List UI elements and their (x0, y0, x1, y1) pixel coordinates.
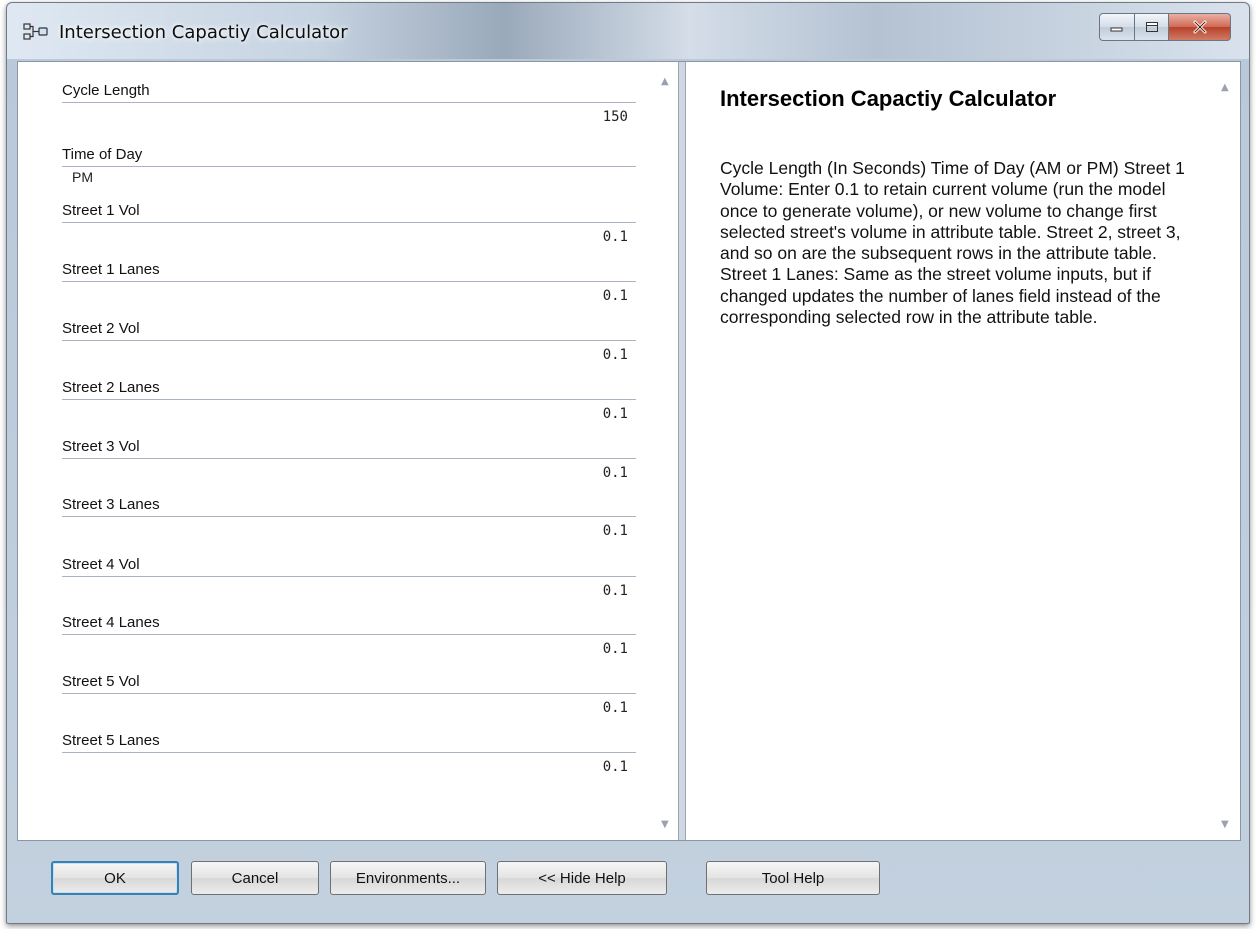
dialog-client-area: Cycle Length 150 Time of Day PM Street 1 Vol… (17, 61, 1241, 841)
minimize-icon (1110, 27, 1123, 32)
parameter-field: Street 3 Vol 0.1 (62, 436, 636, 487)
parameter-input[interactable]: 0.1 (62, 577, 636, 605)
hide-help-button[interactable]: << Hide Help (497, 861, 667, 895)
parameter-field: Street 4 Vol 0.1 (62, 554, 636, 605)
help-scroll-up-icon[interactable]: ▲ (1221, 82, 1229, 93)
cancel-button[interactable]: Cancel (191, 861, 319, 895)
parameter-field: Street 1 Vol 0.1 (62, 200, 636, 251)
parameter-label: Street 1 Vol (62, 200, 636, 223)
caption-buttons (1099, 13, 1231, 43)
ok-button[interactable]: OK (51, 861, 179, 895)
maximize-button[interactable] (1135, 13, 1169, 41)
model-builder-icon (23, 23, 48, 40)
parameter-input[interactable]: 0.1 (62, 400, 636, 428)
parameter-label: Street 5 Lanes (62, 730, 636, 753)
parameters-scrollbar[interactable]: ▲ ▼ (656, 64, 674, 836)
close-icon (1193, 20, 1206, 34)
help-scroll-down-icon[interactable]: ▼ (1221, 819, 1229, 830)
parameter-field: Time of Day PM (62, 144, 636, 189)
parameters-pane[interactable]: Cycle Length 150 Time of Day PM Street 1 Vol… (20, 64, 676, 836)
parameter-field: Street 3 Lanes 0.1 (62, 494, 636, 545)
parameter-field: Street 4 Lanes 0.1 (62, 612, 636, 663)
parameter-label: Street 2 Vol (62, 318, 636, 341)
pane-splitter[interactable] (678, 62, 686, 840)
parameter-label: Street 1 Lanes (62, 259, 636, 282)
parameter-input[interactable]: 150 (62, 103, 636, 131)
parameter-field: Street 2 Vol 0.1 (62, 318, 636, 369)
environments-button[interactable]: Environments... (330, 861, 486, 895)
minimize-button[interactable] (1099, 13, 1135, 41)
parameter-field: Street 5 Lanes 0.1 (62, 730, 636, 781)
parameter-input[interactable]: 0.1 (62, 282, 636, 310)
parameter-input[interactable]: 0.1 (62, 223, 636, 251)
parameter-label: Street 3 Lanes (62, 494, 636, 517)
parameter-field: Cycle Length 150 (62, 80, 636, 131)
parameter-field: Street 1 Lanes 0.1 (62, 259, 636, 310)
help-scrollbar[interactable]: ▲ ▼ (1216, 64, 1234, 836)
tool-help-button[interactable]: Tool Help (706, 861, 880, 895)
window-title: Intersection Capactiy Calculator (59, 22, 348, 43)
parameter-label: Street 3 Vol (62, 436, 636, 459)
parameter-input[interactable]: 0.1 (62, 753, 636, 781)
parameter-input[interactable]: 0.1 (62, 635, 636, 663)
parameter-field: Street 2 Lanes 0.1 (62, 377, 636, 428)
parameter-label: Street 5 Vol (62, 671, 636, 694)
parameter-input[interactable]: 0.1 (62, 459, 636, 487)
help-title: Intersection Capactiy Calculator (720, 86, 1057, 111)
parameter-input[interactable]: PM (62, 167, 636, 189)
parameter-label: Cycle Length (62, 80, 636, 103)
close-button[interactable] (1169, 13, 1231, 41)
title-bar[interactable]: Intersection Capactiy Calculator (7, 3, 1249, 59)
maximize-icon (1145, 22, 1158, 32)
parameter-input[interactable]: 0.1 (62, 517, 636, 545)
parameter-label: Street 4 Lanes (62, 612, 636, 635)
scroll-down-icon[interactable]: ▼ (661, 819, 669, 830)
parameter-label: Time of Day (62, 144, 636, 167)
help-pane: Intersection Capactiy Calculator Cycle L… (688, 64, 1236, 836)
parameter-input[interactable]: 0.1 (62, 341, 636, 369)
help-text: Cycle Length (In Seconds) Time of Day (A… (720, 158, 1185, 328)
parameter-input[interactable]: 0.1 (62, 694, 636, 722)
parameter-field: Street 5 Vol 0.1 (62, 671, 636, 722)
tool-dialog-window: Intersection Capactiy Calculator Cycle L… (6, 2, 1250, 924)
parameter-label: Street 2 Lanes (62, 377, 636, 400)
scroll-up-icon[interactable]: ▲ (661, 76, 669, 87)
parameter-label: Street 4 Vol (62, 554, 636, 577)
